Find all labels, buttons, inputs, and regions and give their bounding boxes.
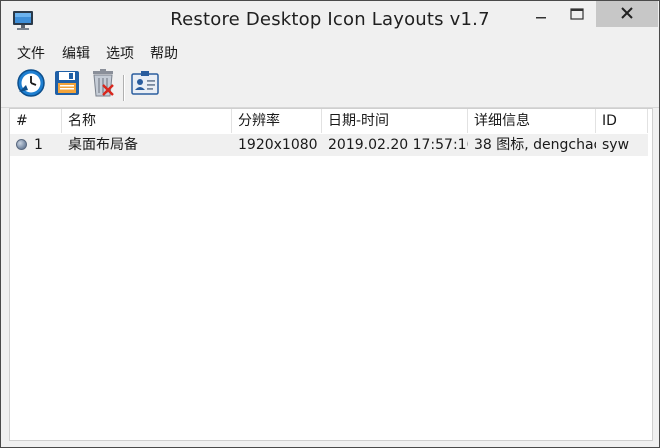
title-bar[interactable]: Restore Desktop Icon Layouts v1.7 — [1, 1, 659, 39]
delete-trash-icon — [89, 68, 117, 102]
restore-clock-icon — [16, 68, 46, 102]
menu-options[interactable]: 选项 — [106, 43, 134, 63]
column-header-datetime[interactable]: 日期-时间 — [322, 109, 468, 133]
row-datetime: 2019.02.20 17:57:16 — [328, 137, 468, 153]
menu-edit[interactable]: 编辑 — [62, 43, 90, 63]
properties-button[interactable] — [129, 69, 161, 101]
list-header: # 名称 分辨率 日期-时间 详细信息 ID — [10, 109, 652, 133]
save-button[interactable] — [51, 69, 83, 101]
restore-button[interactable] — [15, 69, 47, 101]
id-card-icon — [130, 69, 160, 101]
close-button[interactable] — [596, 1, 658, 27]
layout-status-icon — [16, 139, 27, 150]
column-header-name[interactable]: 名称 — [62, 109, 232, 133]
table-row[interactable]: 1 桌面布局备 1920x1080 2019.02.20 17:57:16 38… — [10, 134, 648, 156]
row-details: 38 图标, dengchao — [474, 137, 596, 153]
row-name: 桌面布局备 — [68, 137, 138, 153]
app-window: Restore Desktop Icon Layouts v1.7 文件 编辑 … — [0, 0, 660, 448]
save-floppy-icon — [53, 69, 81, 101]
maximize-button[interactable] — [560, 1, 594, 27]
row-resolution: 1920x1080 — [238, 137, 318, 153]
close-icon — [620, 5, 634, 24]
column-header-number[interactable]: # — [10, 109, 62, 133]
column-header-id[interactable]: ID — [596, 109, 648, 133]
toolbar — [1, 63, 659, 108]
layouts-list[interactable]: # 名称 分辨率 日期-时间 详细信息 ID 1 桌面布局备 1920x1080… — [9, 108, 653, 441]
column-header-details[interactable]: 详细信息 — [468, 109, 596, 133]
toolbar-separator — [123, 75, 125, 101]
minimize-button[interactable] — [521, 1, 561, 27]
maximize-icon — [570, 5, 584, 24]
minimize-icon — [535, 5, 547, 24]
menu-bar: 文件 编辑 选项 帮助 — [1, 39, 659, 63]
menu-file[interactable]: 文件 — [17, 43, 45, 63]
delete-button[interactable] — [87, 69, 119, 101]
column-header-resolution[interactable]: 分辨率 — [232, 109, 322, 133]
row-id: syw — [602, 137, 630, 153]
row-number: 1 — [34, 137, 43, 153]
menu-help[interactable]: 帮助 — [150, 43, 178, 63]
